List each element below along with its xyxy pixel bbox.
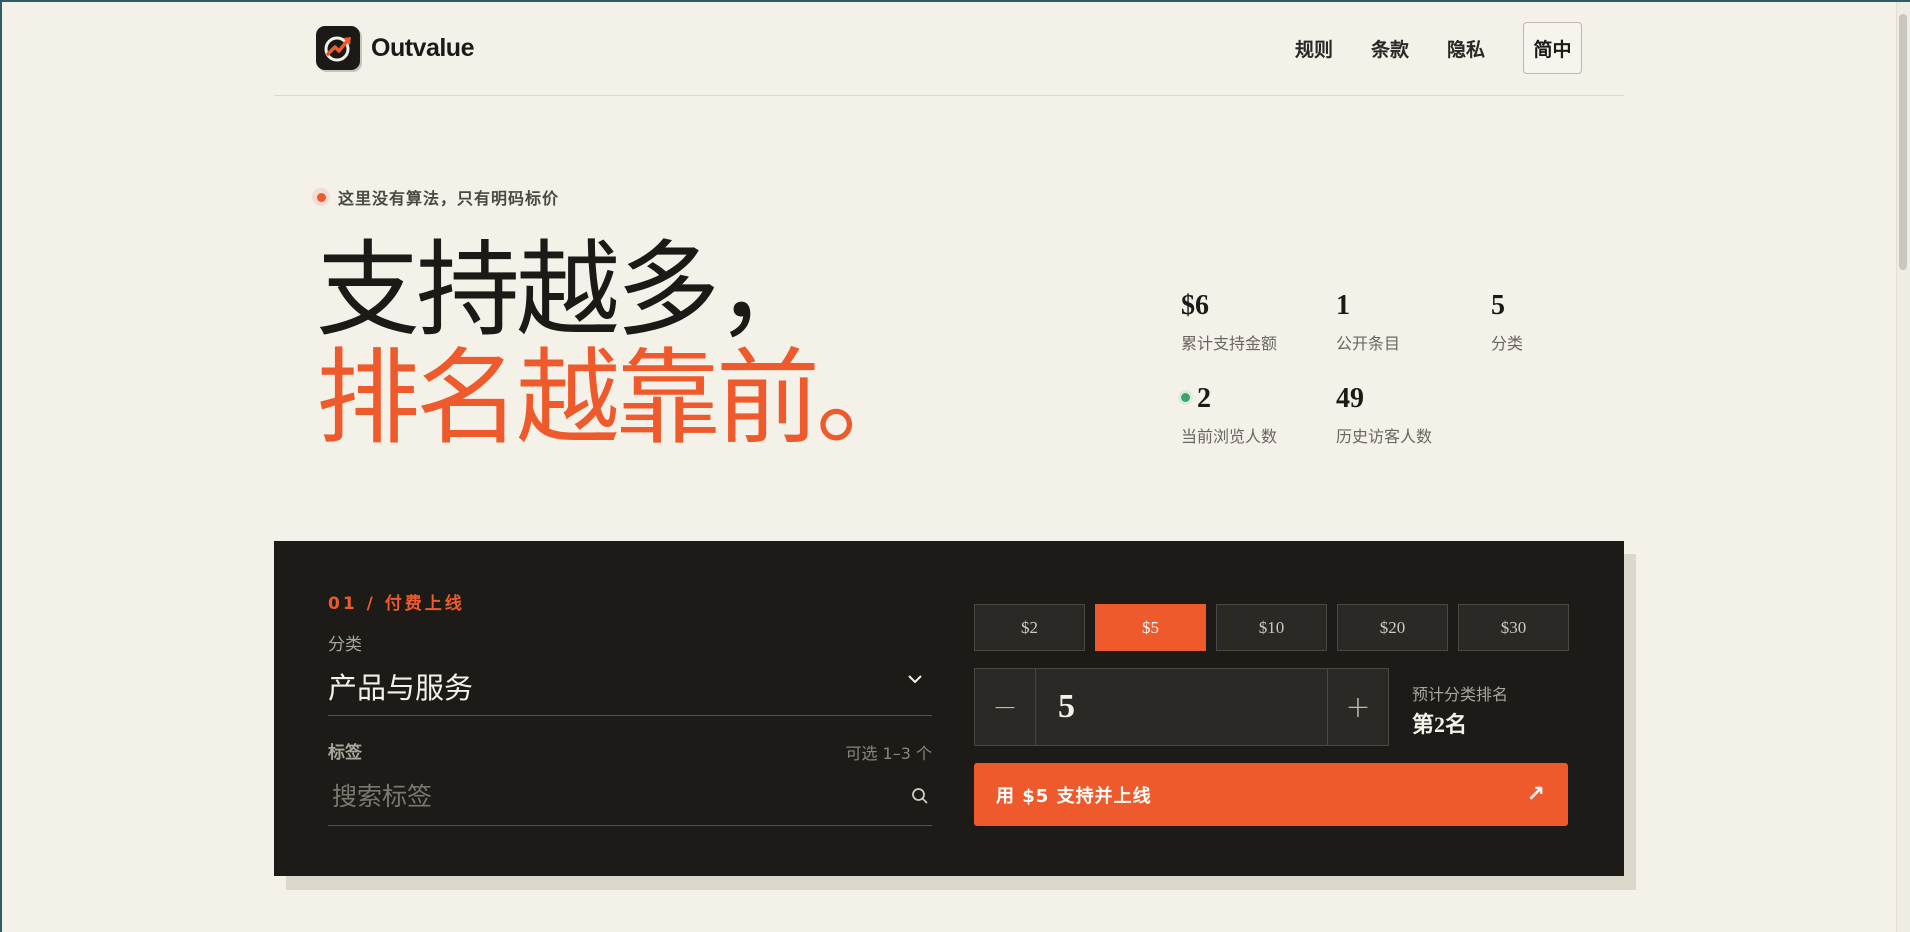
tag-search-input[interactable]: [328, 771, 898, 821]
cta-label: 用 $5 支持并上线: [996, 785, 1152, 807]
stat-current-viewers: 2 当前浏览人数: [1181, 383, 1277, 447]
stat-value: $6: [1181, 290, 1209, 321]
hero-headline-line-2: 排名越靠前。: [316, 337, 920, 459]
tags-underline: [328, 825, 932, 826]
stat-value: 49: [1336, 383, 1364, 414]
amount-5-button[interactable]: $5: [1095, 604, 1206, 651]
category-select[interactable]: 产品与服务: [328, 665, 473, 707]
amount-2-button[interactable]: $2: [974, 604, 1085, 651]
stat-label: 累计支持金额: [1181, 334, 1278, 353]
nav-rules-link[interactable]: 规则: [1295, 35, 1333, 62]
category-label: 分类: [328, 635, 362, 655]
brand-name[interactable]: Outvalue: [371, 34, 474, 63]
stat-total-visitors: 49 历史访客人数: [1336, 383, 1432, 447]
hero-eyebrow: 这里没有算法，只有明码标价: [312, 185, 559, 209]
stat-public-entries: 1 公开条目: [1336, 290, 1400, 354]
page-scrollbar[interactable]: [1896, 2, 1910, 932]
scrollbar-thumb[interactable]: [1899, 14, 1907, 270]
language-switch-button[interactable]: 简中: [1523, 22, 1582, 74]
eyebrow-text: 这里没有算法，只有明码标价: [338, 189, 560, 208]
tags-label: 标签: [328, 743, 362, 763]
stat-label: 公开条目: [1336, 334, 1401, 353]
support-and-publish-button[interactable]: 用 $5 支持并上线 ↗: [974, 763, 1568, 826]
stat-value: 1: [1336, 290, 1350, 321]
hero-headline-line-1: 支持越多，: [316, 229, 820, 351]
arrow-up-right-icon: ↗: [1526, 782, 1546, 807]
nav-terms-link[interactable]: 条款: [1371, 35, 1409, 62]
main-nav: 规则 条款 隐私 简中: [1257, 22, 1582, 74]
amount-10-button[interactable]: $10: [1216, 604, 1327, 651]
amount-options: $2 $5 $10 $20 $30: [974, 604, 1569, 651]
logo-icon[interactable]: [316, 26, 360, 70]
site-header: Outvalue 规则 条款 隐私 简中: [274, 0, 1624, 96]
paid-listing-panel: 01 / 付费上线 分类 产品与服务 标签 可选 1–3 个 $2 $5 $10…: [274, 541, 1624, 876]
amount-20-button[interactable]: $20: [1337, 604, 1448, 651]
search-icon[interactable]: [911, 787, 929, 805]
stat-categories: 5 分类: [1491, 290, 1523, 354]
category-underline: [328, 715, 932, 716]
rank-label: 预计分类排名: [1412, 685, 1509, 704]
stat-label: 分类: [1491, 334, 1524, 353]
stat-label: 当前浏览人数: [1181, 427, 1278, 446]
decrement-button[interactable]: −: [975, 669, 1036, 745]
chevron-down-icon[interactable]: [907, 673, 923, 685]
amount-stepper: − 5 +: [974, 668, 1389, 746]
stat-label: 历史访客人数: [1336, 427, 1433, 446]
increment-button[interactable]: +: [1327, 669, 1388, 745]
amount-30-button[interactable]: $30: [1458, 604, 1569, 651]
stat-value: 2: [1197, 383, 1211, 414]
accent-dot-icon: [312, 188, 330, 206]
stat-total-amount: $6 累计支持金额: [1181, 290, 1277, 354]
live-status-icon: [1181, 393, 1190, 403]
nav-privacy-link[interactable]: 隐私: [1447, 35, 1485, 62]
stat-value: 5: [1491, 290, 1505, 321]
rank-value: 第2名: [1412, 712, 1468, 737]
amount-input[interactable]: 5: [1036, 669, 1327, 745]
window-frame-left: [0, 0, 2, 932]
tags-hint: 可选 1–3 个: [845, 744, 932, 763]
step-label: 01 / 付费上线: [328, 594, 465, 614]
